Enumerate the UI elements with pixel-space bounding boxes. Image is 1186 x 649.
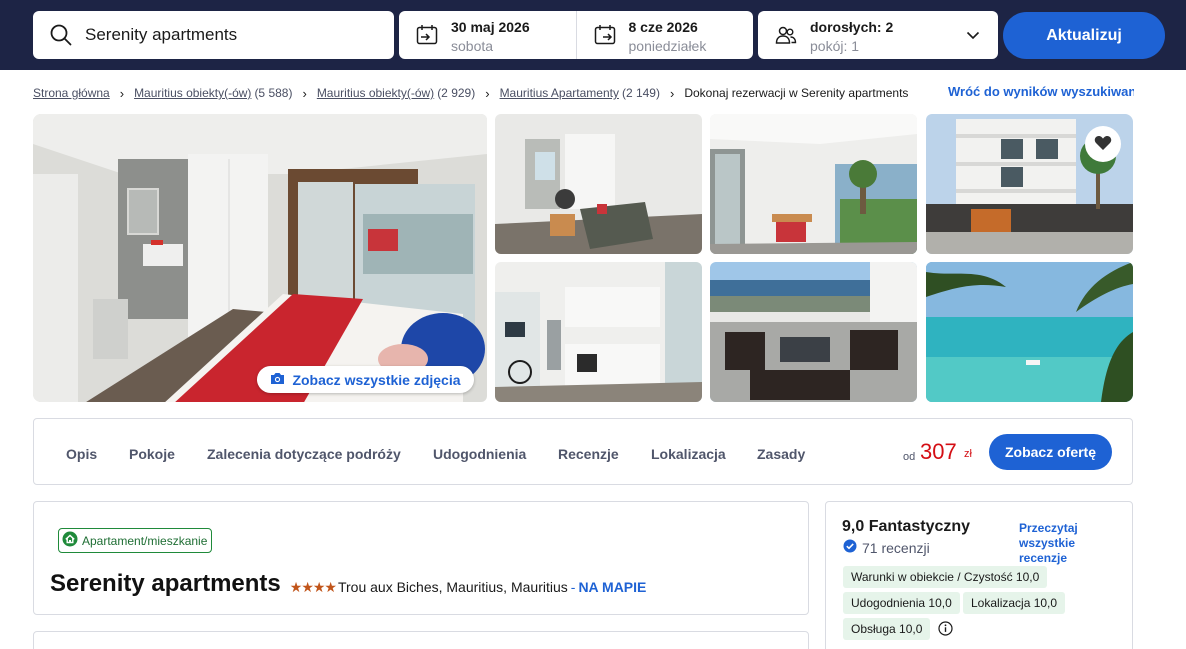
breadcrumb-link-mauritius-2[interactable]: Mauritius obiekty(-ów) bbox=[317, 86, 434, 100]
chevron-right-icon: › bbox=[119, 85, 125, 101]
dates-field[interactable]: 30 maj 2026 sobota 8 cze 2026 poniedział… bbox=[399, 11, 753, 59]
rooms-value: pokój: 1 bbox=[810, 38, 860, 54]
property-name: Serenity apartments bbox=[50, 570, 281, 597]
checkin-weekday: sobota bbox=[451, 38, 494, 54]
search-icon bbox=[50, 24, 72, 51]
property-summary-card: Apartament/mieszkanie Serenity apartment… bbox=[33, 501, 809, 615]
calendar-in-icon bbox=[416, 24, 438, 51]
tab-amenities[interactable]: Udogodnienia bbox=[433, 446, 526, 462]
see-all-photos-button[interactable]: Zobacz wszystkie zdjęcia bbox=[257, 366, 474, 393]
checkin-date-value: 30 maj 2026 bbox=[451, 19, 530, 35]
verified-icon bbox=[843, 539, 857, 556]
breadcrumb-link-apartments[interactable]: Mauritius Apartamenty bbox=[500, 86, 619, 100]
info-icon[interactable] bbox=[938, 621, 953, 641]
tab-policies[interactable]: Zasady bbox=[757, 446, 805, 462]
guests-field[interactable]: dorosłych: 2 pokój: 1 bbox=[758, 11, 998, 59]
see-all-photos-label: Zobacz wszystkie zdjęcia bbox=[292, 371, 461, 388]
kitchen-photo[interactable] bbox=[495, 262, 702, 402]
home-icon bbox=[62, 531, 78, 550]
tab-location[interactable]: Lokalizacja bbox=[651, 446, 726, 462]
checkout-weekday: poniedziałek bbox=[628, 38, 707, 54]
chevron-right-icon: › bbox=[302, 85, 307, 101]
destination-value[interactable]: Serenity apartments bbox=[85, 25, 237, 45]
tab-rooms[interactable]: Pokoje bbox=[129, 446, 175, 462]
checkin-date[interactable]: 30 maj 2026 sobota bbox=[399, 11, 576, 59]
chevron-down-icon[interactable] bbox=[966, 28, 980, 47]
living-room-photo[interactable] bbox=[495, 114, 702, 254]
property-type-badge: Apartament/mieszkanie bbox=[58, 528, 213, 553]
camera-icon bbox=[270, 372, 285, 388]
breadcrumb: Strona główna › Mauritius obiekty(-ów) (… bbox=[33, 85, 908, 101]
back-to-results-link[interactable]: Wróć do wyników wyszukiwania bbox=[948, 84, 1134, 99]
map-link-dash: - bbox=[570, 579, 576, 595]
section-tabs-bar: Opis Pokoje Zalecenia dotyczące podróży … bbox=[33, 418, 1133, 485]
checkout-date[interactable]: 8 cze 2026 poniedziałek bbox=[575, 11, 754, 59]
tab-description[interactable]: Opis bbox=[66, 446, 97, 462]
rating-chip-service: Obsługa 10,0 bbox=[843, 618, 931, 640]
rating-score: 9,0 Fantastyczny bbox=[842, 518, 971, 535]
next-section-card bbox=[33, 631, 809, 649]
chevron-right-icon: › bbox=[485, 85, 490, 101]
destination-field[interactable]: Serenity apartments bbox=[33, 11, 394, 59]
bedroom-photo[interactable] bbox=[33, 114, 487, 402]
calendar-out-icon bbox=[594, 24, 616, 51]
show-on-map-link[interactable]: NA MAPIE bbox=[578, 579, 646, 595]
rating-summary-card: 9,0 Fantastyczny 71 recenzji Przeczytaj … bbox=[825, 501, 1133, 649]
update-button[interactable]: Aktualizuj bbox=[1003, 12, 1165, 59]
reviews-count-row: 71 recenzji bbox=[843, 539, 930, 556]
price-from-label: od bbox=[903, 451, 916, 463]
see-offer-button[interactable]: Zobacz ofertę bbox=[989, 434, 1112, 470]
beach-photo[interactable] bbox=[926, 262, 1133, 402]
price-amount: 307 bbox=[920, 439, 957, 464]
property-type-label: Apartament/mieszkanie bbox=[82, 533, 208, 548]
guests-icon bbox=[775, 24, 797, 51]
terrace-photo[interactable] bbox=[710, 262, 917, 402]
chevron-right-icon: › bbox=[669, 85, 675, 101]
tab-reviews[interactable]: Recenzje bbox=[558, 446, 619, 462]
breadcrumb-current: Dokonaj rezerwacji w Serenity apartments bbox=[684, 86, 909, 100]
heart-icon bbox=[1094, 135, 1112, 154]
read-all-reviews-link[interactable]: Przeczytaj wszystkie recenzje bbox=[1019, 521, 1103, 566]
favorite-heart-button[interactable] bbox=[1085, 126, 1121, 162]
rating-chip-amenities: Udogodnienia 10,0 bbox=[843, 592, 960, 614]
breadcrumb-link-home[interactable]: Strona główna bbox=[33, 86, 110, 100]
adults-value: dorosłych: 2 bbox=[810, 19, 894, 35]
property-location: Trou aux Biches, Mauritius, Mauritius bbox=[337, 579, 568, 595]
breadcrumb-count: (2 929) bbox=[437, 86, 476, 100]
reviews-count: 71 recenzji bbox=[862, 539, 930, 556]
star-rating-icon: ★★★★ bbox=[289, 578, 337, 595]
rating-chip-cleanliness: Warunki w obiekcie / Czystość 10,0 bbox=[843, 566, 1048, 588]
price-currency: zł bbox=[964, 448, 972, 460]
breadcrumb-link-mauritius[interactable]: Mauritius obiekty(-ów) bbox=[134, 86, 251, 100]
breadcrumb-count: (2 149) bbox=[621, 86, 660, 100]
search-header: Serenity apartments 30 maj 2026 sobota 8… bbox=[0, 0, 1186, 70]
balcony-dining-photo[interactable] bbox=[710, 114, 917, 254]
tab-travel-advice[interactable]: Zalecenia dotyczące podróży bbox=[207, 446, 401, 462]
checkout-date-value: 8 cze 2026 bbox=[628, 19, 698, 35]
property-title-row: Serenity apartments ★★★★ Trou aux Biches… bbox=[50, 570, 646, 598]
breadcrumb-count: (5 588) bbox=[254, 86, 293, 100]
rating-chip-location: Lokalizacja 10,0 bbox=[963, 592, 1066, 614]
